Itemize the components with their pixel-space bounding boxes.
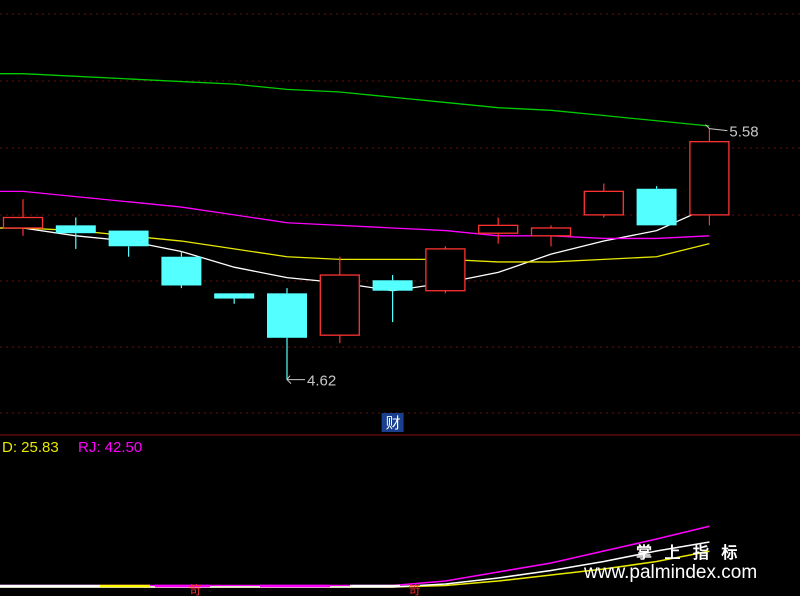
candle-body bbox=[478, 224, 519, 234]
candle-body bbox=[214, 293, 255, 299]
candle bbox=[583, 183, 624, 218]
legend-d-value: D: 25.83 bbox=[2, 439, 59, 456]
candle bbox=[267, 288, 307, 380]
high-price-label: 5.58 bbox=[729, 124, 758, 141]
candle bbox=[108, 230, 149, 257]
candle bbox=[55, 217, 96, 249]
candle-body bbox=[425, 248, 466, 292]
indicator-legend: D: 25.83 RJ: 42.50 bbox=[2, 439, 142, 456]
candle bbox=[161, 251, 202, 289]
candle bbox=[372, 275, 413, 323]
candle bbox=[478, 217, 519, 244]
candle bbox=[425, 246, 466, 294]
candle-body bbox=[267, 293, 307, 338]
candle-body bbox=[689, 141, 730, 216]
legend-rj-value: RJ: 42.50 bbox=[78, 439, 142, 456]
low-price-label: 4.62 bbox=[307, 373, 336, 390]
candle bbox=[530, 225, 572, 247]
grid-lines bbox=[0, 13, 800, 414]
candle-body bbox=[319, 274, 360, 336]
indicator-signal-marker: 笴 bbox=[409, 582, 421, 596]
candle-body bbox=[530, 227, 572, 237]
event-marker-text: 财 bbox=[386, 415, 401, 432]
watermark-url: www.palmindex.com bbox=[583, 562, 757, 583]
candle-body bbox=[372, 280, 413, 291]
candle bbox=[636, 186, 677, 226]
candle bbox=[214, 293, 255, 304]
candle-body bbox=[583, 190, 624, 216]
indicator-signal-marker: 笴 bbox=[189, 582, 201, 596]
candlestick-chart: 5.58 4.62 财 D: 25.83 RJ: 42.50 笴 笴 掌 上 指 … bbox=[0, 13, 800, 596]
candle-body bbox=[161, 256, 202, 286]
candle bbox=[319, 256, 360, 344]
ma-line bbox=[0, 73, 710, 127]
candle-body bbox=[636, 188, 677, 226]
candle-body bbox=[55, 225, 96, 234]
watermark-title: 掌 上 指 标 bbox=[636, 543, 741, 562]
candle bbox=[689, 128, 730, 226]
moving-average-lines bbox=[0, 73, 710, 292]
candle-body bbox=[2, 216, 44, 229]
candle-body bbox=[108, 230, 149, 247]
candles bbox=[2, 128, 730, 380]
ma-line bbox=[0, 227, 710, 263]
